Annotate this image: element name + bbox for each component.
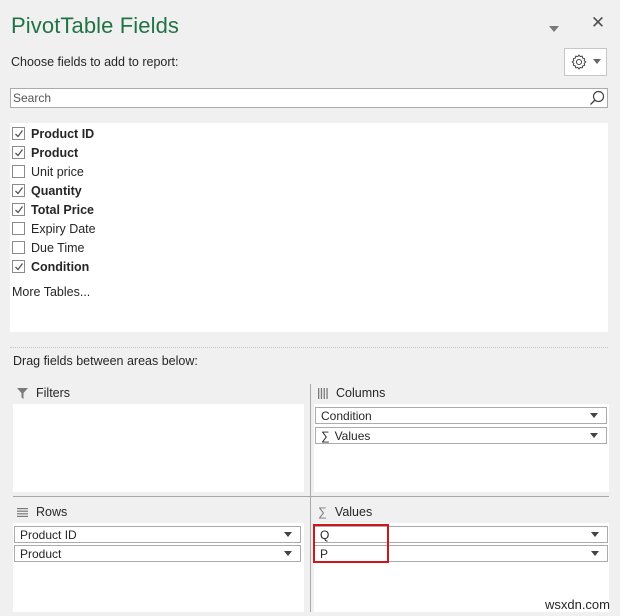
field-item[interactable]: Due Time — [12, 239, 85, 256]
field-checkbox[interactable] — [12, 184, 25, 197]
sigma-icon: ∑ — [318, 505, 327, 519]
checkmark-icon — [15, 130, 24, 138]
field-item[interactable]: Unit price — [12, 163, 84, 180]
values-label: Values — [334, 505, 373, 519]
chevron-down-icon[interactable] — [590, 413, 598, 418]
columns-item-condition[interactable]: Condition — [315, 407, 607, 424]
field-label: Due Time — [31, 240, 85, 255]
field-checkbox[interactable] — [12, 165, 25, 178]
more-tables-link[interactable]: More Tables... — [12, 285, 90, 299]
columns-icon — [318, 387, 328, 399]
area-horizontal-divider — [13, 496, 609, 497]
checkmark-icon — [15, 263, 24, 271]
search-icon[interactable] — [589, 90, 605, 106]
field-label: Unit price — [31, 164, 84, 179]
checkmark-icon — [15, 149, 24, 157]
gear-icon — [571, 54, 587, 70]
field-checkbox[interactable] — [12, 260, 25, 273]
values-item-q[interactable]: Q — [314, 526, 608, 543]
search-input[interactable] — [11, 89, 607, 107]
panel-title: PivotTable Fields — [11, 13, 179, 38]
columns-drop-zone[interactable]: Condition ∑ Values — [314, 404, 609, 492]
field-item[interactable]: Total Price — [12, 201, 94, 218]
area-vertical-divider — [310, 384, 311, 612]
field-item[interactable]: Expiry Date — [12, 220, 96, 237]
filters-area-header: Filters — [17, 386, 70, 400]
field-label: Quantity — [31, 183, 82, 198]
chevron-down-icon[interactable] — [591, 551, 599, 556]
field-label: Product — [31, 145, 79, 160]
chevron-down-icon[interactable] — [284, 551, 292, 556]
values-item-p[interactable]: P — [314, 545, 608, 562]
rows-item-product[interactable]: Product — [14, 545, 301, 562]
field-item[interactable]: Condition — [12, 258, 89, 275]
sigma-icon: ∑ — [321, 428, 330, 443]
filter-icon — [17, 387, 28, 399]
field-checkbox[interactable] — [12, 203, 25, 216]
columns-label: Columns — [336, 386, 386, 400]
filters-drop-zone[interactable] — [13, 404, 304, 492]
chevron-down-icon — [593, 59, 601, 64]
dropdown-arrow-icon — [549, 26, 559, 32]
rows-area-header: Rows — [17, 505, 67, 519]
columns-item-values[interactable]: ∑ Values — [315, 427, 607, 444]
field-label: Condition — [31, 259, 90, 274]
field-label: Expiry Date — [31, 221, 96, 236]
field-label: Product ID — [31, 126, 95, 141]
watermark: wsxdn.com — [544, 597, 610, 612]
search-field[interactable] — [10, 88, 608, 108]
choose-fields-label: Choose fields to add to report: — [11, 55, 179, 69]
checkmark-icon — [15, 187, 24, 195]
field-list[interactable]: More Tables... Product ID Product Unit pri… — [10, 123, 608, 332]
field-checkbox[interactable] — [12, 127, 25, 140]
columns-area-header: Columns — [318, 386, 385, 400]
field-checkbox[interactable] — [12, 241, 25, 254]
checkmark-icon — [15, 206, 24, 214]
rows-item-product-id[interactable]: Product ID — [14, 526, 301, 543]
rows-drop-zone[interactable]: Product ID Product — [13, 523, 304, 612]
chevron-down-icon[interactable] — [284, 532, 292, 537]
chevron-down-icon[interactable] — [590, 433, 598, 438]
field-item[interactable]: Product ID — [12, 125, 94, 142]
field-checkbox[interactable] — [12, 146, 25, 159]
divider — [10, 347, 608, 348]
field-item[interactable]: Product — [12, 144, 78, 161]
task-pane-options-dropdown[interactable] — [549, 20, 559, 32]
chevron-down-icon[interactable] — [591, 532, 599, 537]
rows-label: Rows — [36, 505, 68, 519]
rows-icon — [17, 507, 28, 517]
field-item[interactable]: Quantity — [12, 182, 82, 199]
field-label: Total Price — [31, 202, 94, 217]
close-button[interactable]: ✕ — [590, 13, 606, 32]
tools-button[interactable] — [564, 48, 607, 76]
values-area-header: ∑ Values — [318, 505, 372, 519]
filters-label: Filters — [36, 386, 71, 400]
drag-fields-label: Drag fields between areas below: — [13, 354, 198, 368]
close-icon: ✕ — [590, 13, 606, 32]
field-checkbox[interactable] — [12, 222, 25, 235]
